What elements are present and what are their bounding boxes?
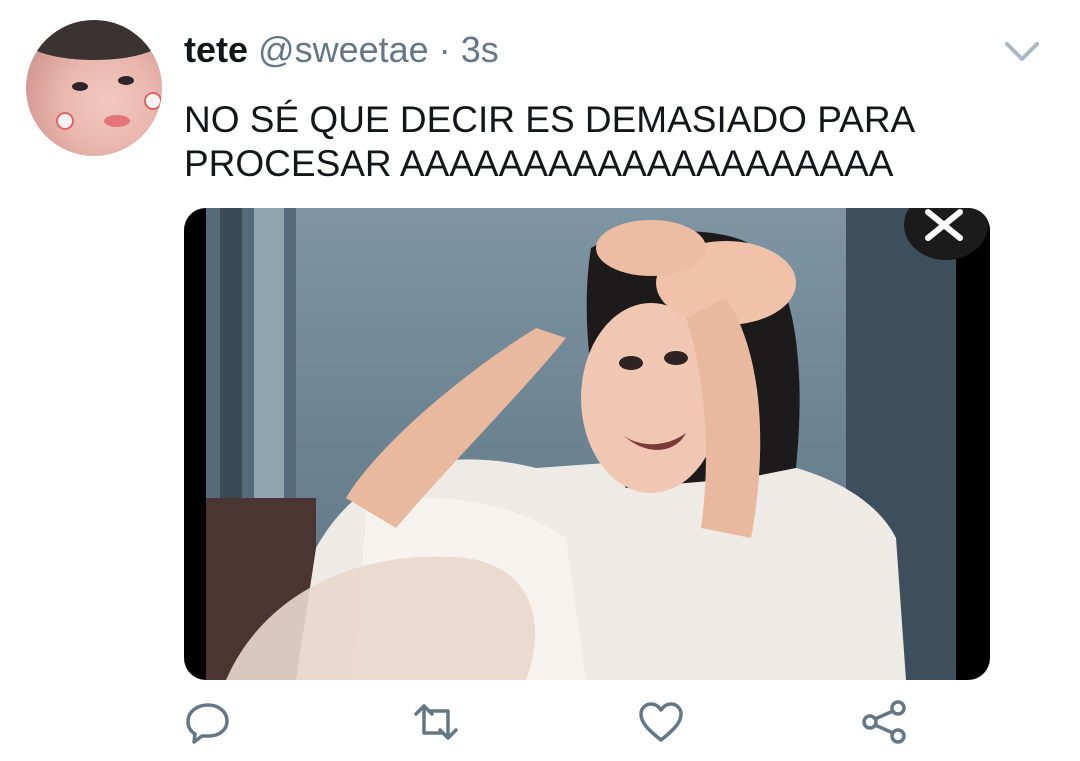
share-icon[interactable] <box>860 700 908 744</box>
avatar-lips <box>104 115 130 127</box>
close-icon <box>925 209 963 241</box>
timestamp[interactable]: 3s <box>461 29 499 70</box>
separator-dot: · <box>438 29 451 70</box>
avatar-sticker <box>144 92 162 110</box>
avatar-eye-left <box>72 82 88 91</box>
avatar-eye-right <box>118 76 134 85</box>
user-handle[interactable]: @sweetae <box>258 29 429 70</box>
tweet-text-line: PROCESAR AAAAAAAAAAAAAAAAAAAA <box>184 143 894 184</box>
tweet-text: NO SÉ QUE DECIR ES DEMASIADO PARA PROCES… <box>184 98 1044 186</box>
heart-icon[interactable] <box>637 700 685 744</box>
retweet-icon[interactable] <box>412 700 460 744</box>
tweet-actions <box>0 690 1080 750</box>
avatar-sticker <box>56 112 74 130</box>
reply-icon[interactable] <box>184 700 232 744</box>
media-image <box>206 208 956 680</box>
chevron-down-icon[interactable] <box>1004 40 1040 64</box>
tweet-header: tete @sweetae · 3s <box>184 30 499 70</box>
tweet-media[interactable] <box>184 208 990 680</box>
avatar-hair <box>26 20 162 60</box>
media-photo <box>206 208 956 680</box>
display-name[interactable]: tete <box>184 29 248 70</box>
tweet: tete @sweetae · 3s NO SÉ QUE DECIR ES DE… <box>0 0 1080 761</box>
tweet-text-line: NO SÉ QUE DECIR ES DEMASIADO PARA <box>184 99 916 140</box>
avatar[interactable] <box>26 20 162 156</box>
media-close-button[interactable] <box>904 208 988 260</box>
